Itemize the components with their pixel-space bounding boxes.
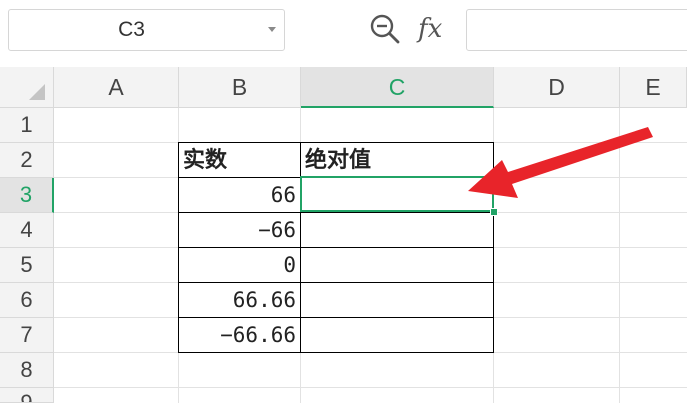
table-border <box>178 212 494 213</box>
table-border <box>300 142 301 353</box>
gridline <box>619 108 620 403</box>
row-header-7[interactable]: 7 <box>0 318 54 353</box>
cell-b2[interactable]: 实数 <box>179 143 300 178</box>
formula-bar: C3 fx <box>0 0 687 62</box>
fx-icon[interactable]: fx <box>418 11 442 47</box>
name-box-value: C3 <box>118 18 145 41</box>
table-border <box>178 142 179 353</box>
formula-input[interactable] <box>466 9 687 51</box>
chevron-down-icon[interactable] <box>268 27 276 32</box>
name-box[interactable]: C3 <box>8 9 285 51</box>
cell-b5[interactable]: 0 <box>179 248 300 283</box>
select-all-corner[interactable] <box>0 67 54 108</box>
row-header-8[interactable]: 8 <box>0 353 54 388</box>
table-border <box>493 142 494 353</box>
column-header-c[interactable]: C <box>301 67 494 108</box>
cell-c2[interactable]: 绝对值 <box>301 143 493 178</box>
spreadsheet-grid: A B C D E 1 2 3 4 5 6 7 8 9 实数 绝对值 66 −6… <box>0 67 687 403</box>
column-header-b[interactable]: B <box>179 67 301 108</box>
row-header-9[interactable]: 9 <box>0 388 54 403</box>
gridline <box>54 387 687 388</box>
row-header-4[interactable]: 4 <box>0 213 54 248</box>
row-header-5[interactable]: 5 <box>0 248 54 283</box>
table-border <box>178 247 494 248</box>
cell-b3[interactable]: 66 <box>179 178 300 213</box>
row-header-1[interactable]: 1 <box>0 108 54 143</box>
table-border <box>178 317 494 318</box>
column-header-d[interactable]: D <box>494 67 620 108</box>
table-border <box>178 142 494 143</box>
cell-b7[interactable]: −66.66 <box>179 318 300 353</box>
row-header-3[interactable]: 3 <box>0 178 54 213</box>
fill-handle[interactable] <box>490 208 498 216</box>
active-cell-c3[interactable] <box>300 176 494 212</box>
column-header-a[interactable]: A <box>54 67 179 108</box>
select-all-icon <box>29 84 45 100</box>
table-border <box>178 282 494 283</box>
row-header-2[interactable]: 2 <box>0 143 54 178</box>
column-header-e[interactable]: E <box>620 67 687 108</box>
zoom-icon[interactable] <box>368 12 402 46</box>
table-border <box>178 352 494 353</box>
cell-b6[interactable]: 66.66 <box>179 283 300 318</box>
row-header-6[interactable]: 6 <box>0 283 54 318</box>
cell-b4[interactable]: −66 <box>179 213 300 248</box>
